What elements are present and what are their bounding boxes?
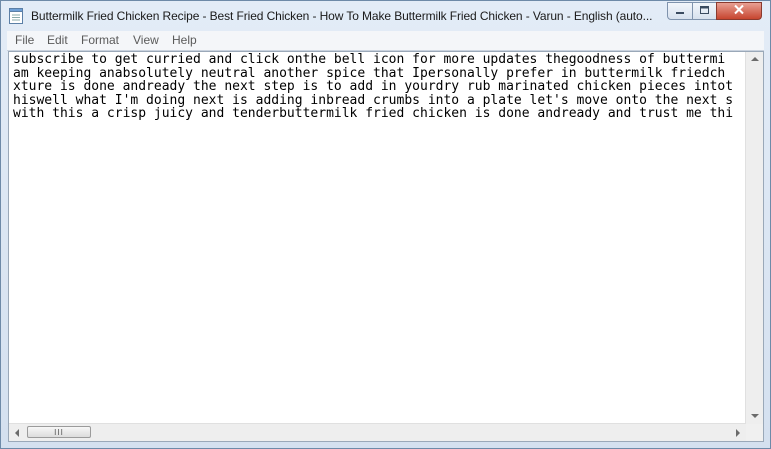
scroll-right-button[interactable]: [729, 424, 746, 441]
scrollbar-corner: [746, 424, 763, 441]
menu-help-label: Help: [172, 33, 197, 47]
menu-format[interactable]: Format: [81, 33, 119, 47]
menu-format-label: Format: [81, 33, 120, 47]
maximize-icon: [699, 2, 710, 20]
menu-view-label: View: [133, 33, 159, 47]
window-title: Buttermilk Fried Chicken Recipe - Best F…: [31, 9, 653, 23]
menu-help[interactable]: Help: [172, 33, 197, 47]
maximize-button[interactable]: [692, 2, 717, 20]
horizontal-scroll-thumb[interactable]: III: [27, 426, 91, 438]
minimize-button[interactable]: [667, 2, 693, 20]
menu-bar: File Edit Format View Help: [7, 31, 764, 51]
notepad-window: Buttermilk Fried Chicken Recipe - Best F…: [0, 0, 771, 449]
menu-edit-label: Edit: [47, 33, 68, 47]
title-bar[interactable]: Buttermilk Fried Chicken Recipe - Best F…: [1, 1, 770, 31]
text-line: am keeping anabsolutely neutral another …: [13, 65, 726, 81]
arrow-down-icon: [751, 414, 759, 418]
window-bottom-edge: [7, 442, 764, 448]
scroll-left-button[interactable]: [9, 424, 26, 441]
arrow-up-icon: [751, 57, 759, 61]
minimize-icon: [675, 2, 685, 20]
text-editor[interactable]: subscribe to get curried and click onthe…: [13, 53, 746, 424]
editor-frame: subscribe to get curried and click onthe…: [8, 51, 764, 442]
close-icon: [733, 2, 745, 20]
menu-file-label: File: [15, 33, 35, 47]
text-line: with this a crisp juicy and tenderbutter…: [13, 106, 734, 121]
arrow-right-icon: [736, 429, 740, 437]
grip-icon: III: [54, 427, 64, 437]
text-line: xture is done andready the next step is …: [13, 79, 734, 94]
scroll-up-button[interactable]: [746, 52, 763, 69]
menu-view[interactable]: View: [133, 33, 159, 47]
vertical-scrollbar[interactable]: [745, 52, 763, 424]
text-line: hiswell what I'm doing next is adding in…: [13, 92, 734, 108]
text-line: subscribe to get curried and click onthe…: [13, 53, 726, 67]
close-button[interactable]: [716, 2, 762, 20]
scroll-down-button[interactable]: [746, 407, 763, 424]
menu-edit[interactable]: Edit: [47, 33, 68, 47]
horizontal-scrollbar[interactable]: III: [9, 423, 746, 441]
arrow-left-icon: [15, 429, 19, 437]
menu-file[interactable]: File: [15, 33, 34, 47]
notepad-icon[interactable]: [9, 8, 23, 24]
